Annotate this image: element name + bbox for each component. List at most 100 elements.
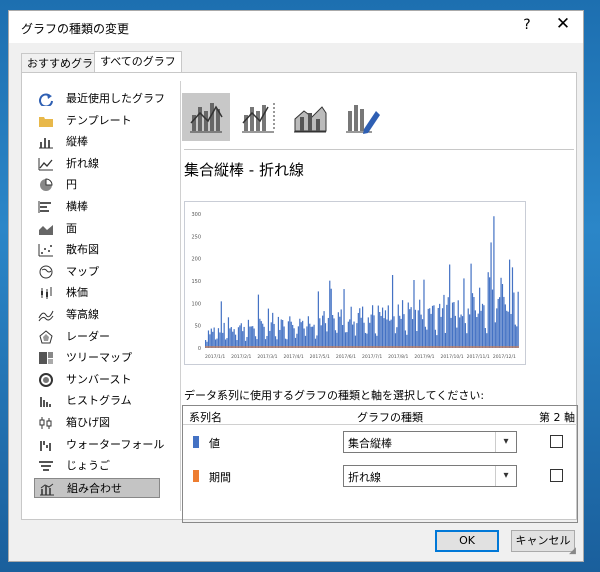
series-bar — [466, 333, 468, 348]
recent-icon — [38, 92, 54, 108]
series-bar — [359, 308, 361, 348]
series-bar — [340, 309, 342, 348]
sidebar-item[interactable]: 組み合わせ — [34, 477, 160, 498]
series-bar — [243, 326, 245, 348]
sidebar-item-label: 株価 — [66, 286, 88, 300]
series-bar — [444, 332, 446, 348]
chart-type-dropdown[interactable]: 集合縦棒 ▾ — [343, 431, 517, 453]
series-bar — [386, 319, 388, 348]
series-table: 系列名 グラフの種類 第 2 軸 値 集合縦棒 ▾ 期間 折れ線 ▾ — [182, 405, 578, 523]
sidebar-item[interactable]: じょうご — [34, 456, 160, 476]
custom-combination-icon[interactable] — [338, 93, 386, 141]
series-bar — [486, 333, 488, 348]
sidebar-item-label: 箱ひげ図 — [66, 416, 110, 429]
series-bar — [310, 326, 312, 348]
chart-type-dropdown[interactable]: 折れ線 ▾ — [343, 465, 517, 487]
series-bar — [427, 308, 429, 348]
series-bar — [490, 242, 492, 348]
series-bar — [503, 296, 505, 348]
series-bar — [272, 312, 274, 348]
sidebar-item[interactable]: テンプレート — [34, 111, 160, 131]
sidebar-item[interactable]: ツリーマップ — [34, 348, 160, 368]
resize-grip-icon[interactable]: ◢ — [569, 546, 576, 556]
secondary-axis-checkbox[interactable] — [550, 435, 563, 448]
tab-all-charts[interactable]: すべてのグラフ — [94, 51, 182, 73]
series-bar — [299, 318, 301, 348]
sidebar-item[interactable]: マップ — [34, 262, 160, 282]
sidebar-item[interactable]: 等高線 — [34, 305, 160, 325]
series-bar — [296, 333, 298, 348]
close-button[interactable]: ✕ — [552, 14, 574, 34]
series-bar — [242, 331, 244, 348]
series-bar — [347, 321, 349, 348]
series-bar — [367, 317, 369, 348]
ok-button[interactable]: OK — [435, 530, 499, 552]
series-bar — [292, 324, 294, 348]
series-bar — [369, 322, 371, 348]
series-bar — [436, 335, 438, 348]
sidebar-item[interactable]: 箱ひげ図 — [34, 413, 160, 433]
series-bar — [329, 280, 331, 348]
series-bar — [389, 320, 391, 348]
sidebar-item[interactable]: 円 — [34, 175, 160, 195]
clustered-column-line-secondary-icon[interactable] — [234, 93, 282, 141]
series-bar — [279, 329, 281, 348]
sidebar-item-label: 円 — [66, 178, 77, 192]
series-bar — [394, 333, 397, 348]
cancel-button[interactable]: キャンセル — [511, 530, 575, 552]
series-bar — [469, 314, 471, 348]
series-color-swatch — [193, 436, 199, 448]
series-prompt: データ系列に使用するグラフの種類と軸を選択してください: — [184, 389, 485, 402]
series-bar — [411, 319, 414, 348]
scatter-chart-icon — [38, 243, 54, 257]
sidebar-item-label: 縦棒 — [66, 135, 88, 149]
series-bar — [274, 336, 277, 348]
series-bar — [459, 317, 461, 348]
sidebar-item[interactable]: 散布図 — [34, 240, 160, 260]
sidebar-item[interactable]: 縦棒 — [34, 132, 160, 152]
sidebar-item[interactable]: 折れ線 — [34, 154, 160, 174]
sidebar-item[interactable]: レーダー — [34, 327, 160, 347]
sidebar-item-label: レーダー — [66, 329, 110, 343]
y-tick-label: 300 — [191, 212, 201, 218]
clustered-column-line-icon[interactable] — [182, 93, 230, 141]
funnel-icon — [38, 459, 54, 473]
sidebar-item[interactable]: 面 — [34, 219, 160, 239]
column-header-secondary-axis: 第 2 軸 — [539, 411, 575, 424]
series-bar — [306, 326, 308, 348]
series-bar — [319, 318, 321, 348]
series-bar — [220, 301, 222, 348]
series-bar — [323, 311, 325, 348]
x-tick-label: 2017/11/1 — [467, 354, 490, 360]
series-bar — [223, 322, 225, 348]
sidebar-item[interactable]: 株価 — [34, 283, 160, 303]
sidebar-item[interactable]: 最近使用したグラフ — [34, 89, 165, 109]
series-bar — [213, 327, 215, 348]
series-bar — [407, 302, 409, 348]
series-bar — [350, 306, 352, 348]
folder-icon — [38, 114, 54, 128]
secondary-axis-checkbox[interactable] — [550, 469, 563, 482]
sidebar-item[interactable]: 横棒 — [34, 197, 160, 217]
series-bar — [232, 331, 234, 348]
area-chart-icon — [38, 222, 54, 236]
stacked-area-column-icon[interactable] — [286, 93, 334, 141]
series-bar — [230, 326, 232, 348]
sidebar-item-label: ツリーマップ — [66, 351, 132, 365]
sidebar-item[interactable]: ウォーターフォール — [34, 435, 164, 455]
bar-chart-icon — [38, 200, 54, 214]
series-bar — [302, 320, 304, 348]
sidebar-item[interactable]: ヒストグラム — [34, 391, 160, 411]
series-bar — [393, 316, 395, 348]
series-bar — [447, 297, 449, 348]
sidebar-item[interactable]: サンバースト — [34, 370, 160, 390]
series-bar — [209, 334, 211, 348]
series-bar — [501, 284, 504, 348]
y-tick-label: 200 — [191, 257, 201, 263]
sidebar-item-label: 面 — [66, 221, 77, 235]
series-bar — [390, 319, 392, 348]
help-button[interactable]: ? — [517, 17, 537, 33]
chart-preview: 300 250 200 150 100 50 0 2017/1/1 2017/2/1 2017/3… — [184, 201, 526, 365]
series-bar — [346, 332, 348, 348]
series-bar — [246, 337, 248, 348]
